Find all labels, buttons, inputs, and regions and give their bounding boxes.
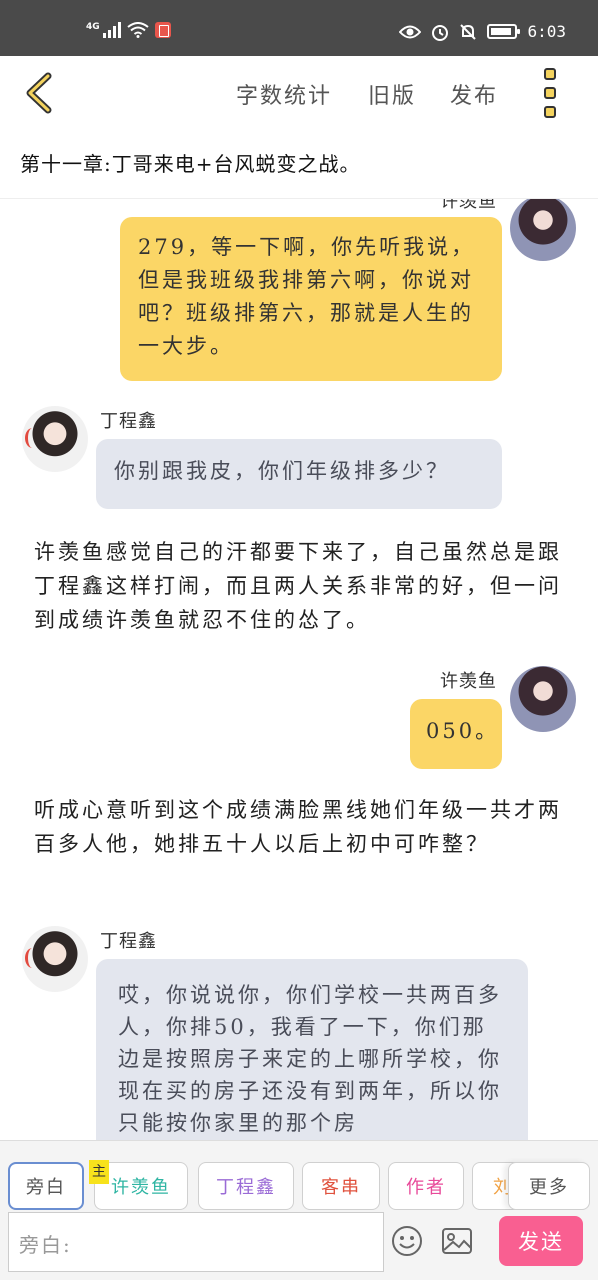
more-menu-icon[interactable] xyxy=(538,68,562,118)
emoji-icon[interactable] xyxy=(390,1224,424,1258)
more-roles-button[interactable]: 更多 xyxy=(508,1162,590,1210)
narration-text[interactable]: 许羡鱼感觉自己的汗都要下来了，自己虽然总是跟丁程鑫这样打闹，而且两人关系非常的好… xyxy=(34,535,570,637)
speaker-name: 丁程鑫 xyxy=(100,931,157,952)
status-bar-right: 6:03 xyxy=(399,22,566,41)
image-icon[interactable] xyxy=(440,1224,474,1258)
narration-text[interactable]: 听成心意听到这个成绩满脸黑线她们年级一共才两百多人他，她排五十人以后上初中可咋整… xyxy=(34,793,570,861)
word-count-button[interactable]: 字数统计 xyxy=(236,78,332,110)
speaker-name: 许羡鱼 xyxy=(440,199,497,212)
publish-button[interactable]: 发布 xyxy=(450,78,498,110)
avatar[interactable] xyxy=(510,666,576,732)
eye-icon xyxy=(399,25,422,38)
role-chip-guest[interactable]: 客串 xyxy=(302,1162,380,1210)
status-bar: 4G 6:03 xyxy=(0,0,598,56)
avatar[interactable] xyxy=(510,199,576,261)
message-bubble[interactable]: 279，等一下啊，你先听我说，但是我班级我排第六啊，你说对吧？班级排第六，那就是… xyxy=(120,217,502,381)
top-toolbar: 字数统计 旧版 发布 xyxy=(0,56,598,130)
message-bubble[interactable]: 哎，你说说你，你们学校一共两百多人，你排50，我看了一下，你们那边是按照房子来定… xyxy=(96,959,528,1140)
old-version-button[interactable]: 旧版 xyxy=(368,78,416,110)
avatar[interactable] xyxy=(22,406,88,472)
chapter-title: 第十一章:丁哥来电+台风蜕变之战。 xyxy=(20,152,361,176)
battery-icon xyxy=(487,24,521,39)
speaker-name: 许羡鱼 xyxy=(440,671,497,692)
alarm-icon xyxy=(432,24,449,41)
speaker-name: 丁程鑫 xyxy=(100,411,157,432)
message-bubble[interactable]: 050。 xyxy=(410,699,502,769)
mute-bell-icon xyxy=(460,23,477,40)
chat-content[interactable]: 许羡鱼 279，等一下啊，你先听我说，但是我班级我排第六啊，你说对吧？班级排第六… xyxy=(0,199,598,1140)
input-bar: 旁白: 发送 xyxy=(0,1210,598,1280)
wifi-icon xyxy=(127,22,149,38)
back-button[interactable] xyxy=(20,68,64,118)
role-chip-narrator[interactable]: 旁白 xyxy=(8,1162,84,1210)
role-chip-ding-chengxin[interactable]: 丁程鑫 xyxy=(198,1162,294,1210)
clock: 6:03 xyxy=(527,22,566,41)
signal-icon xyxy=(102,22,121,38)
app-notification-icon xyxy=(154,22,171,38)
message-bubble[interactable]: 你别跟我皮，你们年级排多少？ xyxy=(96,439,502,509)
role-chip-author[interactable]: 作者 xyxy=(388,1162,464,1210)
main-role-badge: 主 xyxy=(89,1160,109,1184)
network-type: 4G xyxy=(86,22,100,32)
send-button[interactable]: 发送 xyxy=(499,1216,583,1266)
status-bar-left: 4G xyxy=(86,22,171,38)
avatar[interactable] xyxy=(22,926,88,992)
message-input[interactable]: 旁白: xyxy=(8,1212,384,1272)
